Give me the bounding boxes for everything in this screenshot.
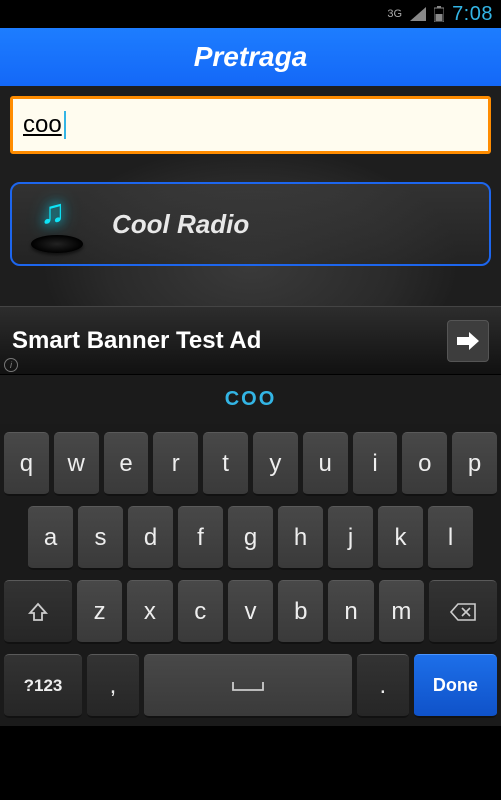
key-symbols[interactable]: ?123 bbox=[4, 654, 82, 718]
key-o[interactable]: o bbox=[402, 432, 447, 496]
key-e[interactable]: e bbox=[104, 432, 149, 496]
radio-icon: ♫ bbox=[26, 193, 88, 255]
key-period[interactable]: . bbox=[357, 654, 409, 718]
key-done[interactable]: Done bbox=[414, 654, 497, 718]
ad-banner[interactable]: Smart Banner Test Ad i bbox=[0, 306, 501, 374]
ad-text: Smart Banner Test Ad bbox=[12, 327, 261, 355]
key-z[interactable]: z bbox=[77, 580, 122, 644]
key-d[interactable]: d bbox=[128, 506, 173, 570]
backspace-icon bbox=[450, 603, 476, 621]
suggestion[interactable]: COO bbox=[225, 388, 277, 411]
key-q[interactable]: q bbox=[4, 432, 49, 496]
clock: 7:08 bbox=[452, 3, 493, 26]
search-value: coo bbox=[23, 111, 62, 139]
search-input[interactable]: coo bbox=[10, 96, 491, 154]
result-label: Cool Radio bbox=[112, 209, 249, 240]
key-p[interactable]: p bbox=[452, 432, 497, 496]
key-w[interactable]: w bbox=[54, 432, 99, 496]
key-b[interactable]: b bbox=[278, 580, 323, 644]
network-label: 3G bbox=[387, 8, 402, 20]
key-f[interactable]: f bbox=[178, 506, 223, 570]
ad-arrow-button[interactable] bbox=[447, 320, 489, 362]
key-r[interactable]: r bbox=[153, 432, 198, 496]
key-a[interactable]: a bbox=[28, 506, 73, 570]
key-backspace[interactable] bbox=[429, 580, 497, 644]
space-icon bbox=[231, 680, 265, 692]
shift-icon bbox=[28, 602, 48, 622]
key-l[interactable]: l bbox=[428, 506, 473, 570]
key-h[interactable]: h bbox=[278, 506, 323, 570]
key-y[interactable]: y bbox=[253, 432, 298, 496]
key-space[interactable] bbox=[144, 654, 352, 718]
ad-info-icon[interactable]: i bbox=[4, 358, 18, 372]
key-s[interactable]: s bbox=[78, 506, 123, 570]
key-shift[interactable] bbox=[4, 580, 72, 644]
key-c[interactable]: c bbox=[178, 580, 223, 644]
result-item[interactable]: ♫ Cool Radio bbox=[10, 182, 491, 266]
key-t[interactable]: t bbox=[203, 432, 248, 496]
key-i[interactable]: i bbox=[353, 432, 398, 496]
key-n[interactable]: n bbox=[328, 580, 373, 644]
app-content: coo ♫ Cool Radio Smart Banner Test Ad i bbox=[0, 86, 501, 374]
key-k[interactable]: k bbox=[378, 506, 423, 570]
key-j[interactable]: j bbox=[328, 506, 373, 570]
page-title: Pretraga bbox=[194, 41, 308, 73]
key-v[interactable]: v bbox=[228, 580, 273, 644]
key-comma[interactable]: , bbox=[87, 654, 139, 718]
arrow-right-icon bbox=[457, 332, 479, 350]
keyboard: q w e r t y u i o p a s d f g h j k l z … bbox=[0, 424, 501, 726]
signal-icon bbox=[410, 7, 426, 21]
key-g[interactable]: g bbox=[228, 506, 273, 570]
battery-icon bbox=[434, 6, 444, 22]
text-cursor bbox=[64, 111, 66, 139]
title-bar: Pretraga bbox=[0, 28, 501, 86]
key-m[interactable]: m bbox=[379, 580, 424, 644]
key-x[interactable]: x bbox=[127, 580, 172, 644]
key-u[interactable]: u bbox=[303, 432, 348, 496]
keyboard-suggestion-bar: COO bbox=[0, 374, 501, 424]
status-bar: 3G 7:08 bbox=[0, 0, 501, 28]
